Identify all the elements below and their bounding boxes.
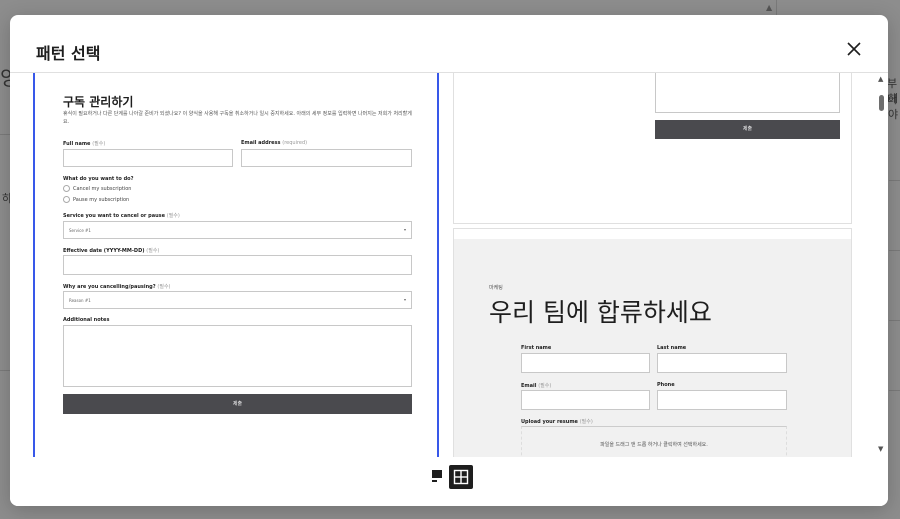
chevron-down-icon: ▾	[403, 227, 406, 232]
scroll-down-icon[interactable]: ▼	[878, 445, 883, 453]
notes-textarea[interactable]	[63, 325, 412, 387]
service-select[interactable]: Service #1 ▾	[63, 221, 412, 239]
full-name-label: Full name (필수)	[63, 141, 106, 147]
submit-button[interactable]: 제출	[655, 120, 840, 139]
date-field[interactable]	[63, 255, 412, 275]
first-name-field[interactable]	[521, 353, 650, 373]
form-description: 휴식이 필요하거나 다른 단계를 나아갈 준비가 되셨나요? 이 양식을 사용해…	[63, 111, 412, 125]
service-label: Service you want to cancel or pause (필수)	[63, 213, 180, 219]
radio-cancel[interactable]: Cancel my subscription	[63, 185, 131, 192]
why-label: Why are you cancelling/pausing? (필수)	[63, 284, 171, 290]
grid-view-icon	[453, 469, 469, 485]
want-label: What do you want to do?	[63, 176, 134, 182]
background-divider	[889, 180, 900, 181]
close-button[interactable]	[842, 37, 866, 61]
pattern-card-contact-form[interactable]: 제출	[453, 73, 852, 224]
email-label: Email (필수)	[521, 383, 552, 389]
scroll-up-icon[interactable]: ▲	[878, 75, 883, 83]
last-name-field[interactable]	[657, 353, 787, 373]
background-divider	[0, 370, 10, 371]
email-field[interactable]	[241, 149, 412, 167]
modal-title: 패턴 선택	[36, 44, 101, 63]
message-textarea[interactable]	[655, 73, 840, 113]
phone-label: Phone	[657, 382, 675, 388]
pattern-card-subscription-form[interactable]: 구독 관리하기 휴식이 필요하거나 다른 단계를 나아갈 준비가 되셨나요? 이…	[33, 73, 439, 457]
date-label: Effective date (YYYY-MM-DD) (필수)	[63, 248, 160, 254]
background-divider	[889, 390, 900, 391]
radio-pause[interactable]: Pause my subscription	[63, 196, 129, 203]
service-select-value: Service #1	[69, 228, 91, 233]
why-select-value: Reason #1	[69, 298, 91, 303]
email-field[interactable]	[521, 390, 650, 410]
pattern-selection-modal: 패턴 선택 구독 관리하기 휴식이 필요하거나 다른 단계를 나아갈 준비가 되…	[10, 15, 888, 506]
resume-upload-dropzone[interactable]: 파일을 드래그 앤 드롭 하거나 클릭하여 선택하세요.	[521, 426, 787, 457]
join-team-heading: 우리 팀에 합류하세요	[489, 298, 712, 327]
first-name-label: First name	[521, 345, 552, 351]
pattern-list: 구독 관리하기 휴식이 필요하거나 다른 단계를 나아갈 준비가 되셨나요? 이…	[10, 73, 888, 457]
resume-label: Upload your resume (필수)	[521, 419, 593, 425]
card-top-strip	[454, 229, 851, 239]
submit-button[interactable]: 제출	[63, 394, 412, 414]
chevron-down-icon: ▾	[403, 297, 406, 302]
single-view-button[interactable]	[427, 466, 449, 488]
full-name-field[interactable]	[63, 149, 233, 167]
background-divider	[889, 250, 900, 251]
background-divider	[889, 320, 900, 321]
single-view-icon	[432, 470, 442, 482]
grid-view-button[interactable]	[449, 465, 473, 489]
close-icon	[847, 42, 861, 56]
phone-field[interactable]	[657, 390, 787, 410]
background-text: 해야	[888, 92, 899, 121]
form-title: 구독 관리하기	[63, 95, 134, 109]
modal-header: 패턴 선택	[10, 15, 888, 73]
eyebrow-text: 마케팅	[489, 285, 503, 291]
upload-text: 파일을 드래그 앤 드롭 하거나 클릭하여 선택하세요.	[600, 442, 708, 448]
notes-label: Additional notes	[63, 317, 110, 323]
modal-scrollbar[interactable]: ▲ ▼	[876, 73, 888, 457]
why-select[interactable]: Reason #1 ▾	[63, 291, 412, 309]
background-divider	[0, 134, 10, 135]
last-name-label: Last name	[657, 345, 687, 351]
scrollbar-thumb[interactable]	[879, 95, 884, 111]
pattern-card-job-application[interactable]: 마케팅 우리 팀에 합류하세요 First name Last name Ema…	[453, 228, 852, 457]
background-divider	[776, 0, 777, 15]
email-label: Email address (required)	[241, 140, 308, 146]
modal-footer	[10, 457, 888, 506]
background-scroll-up-icon: ▲	[766, 3, 773, 12]
